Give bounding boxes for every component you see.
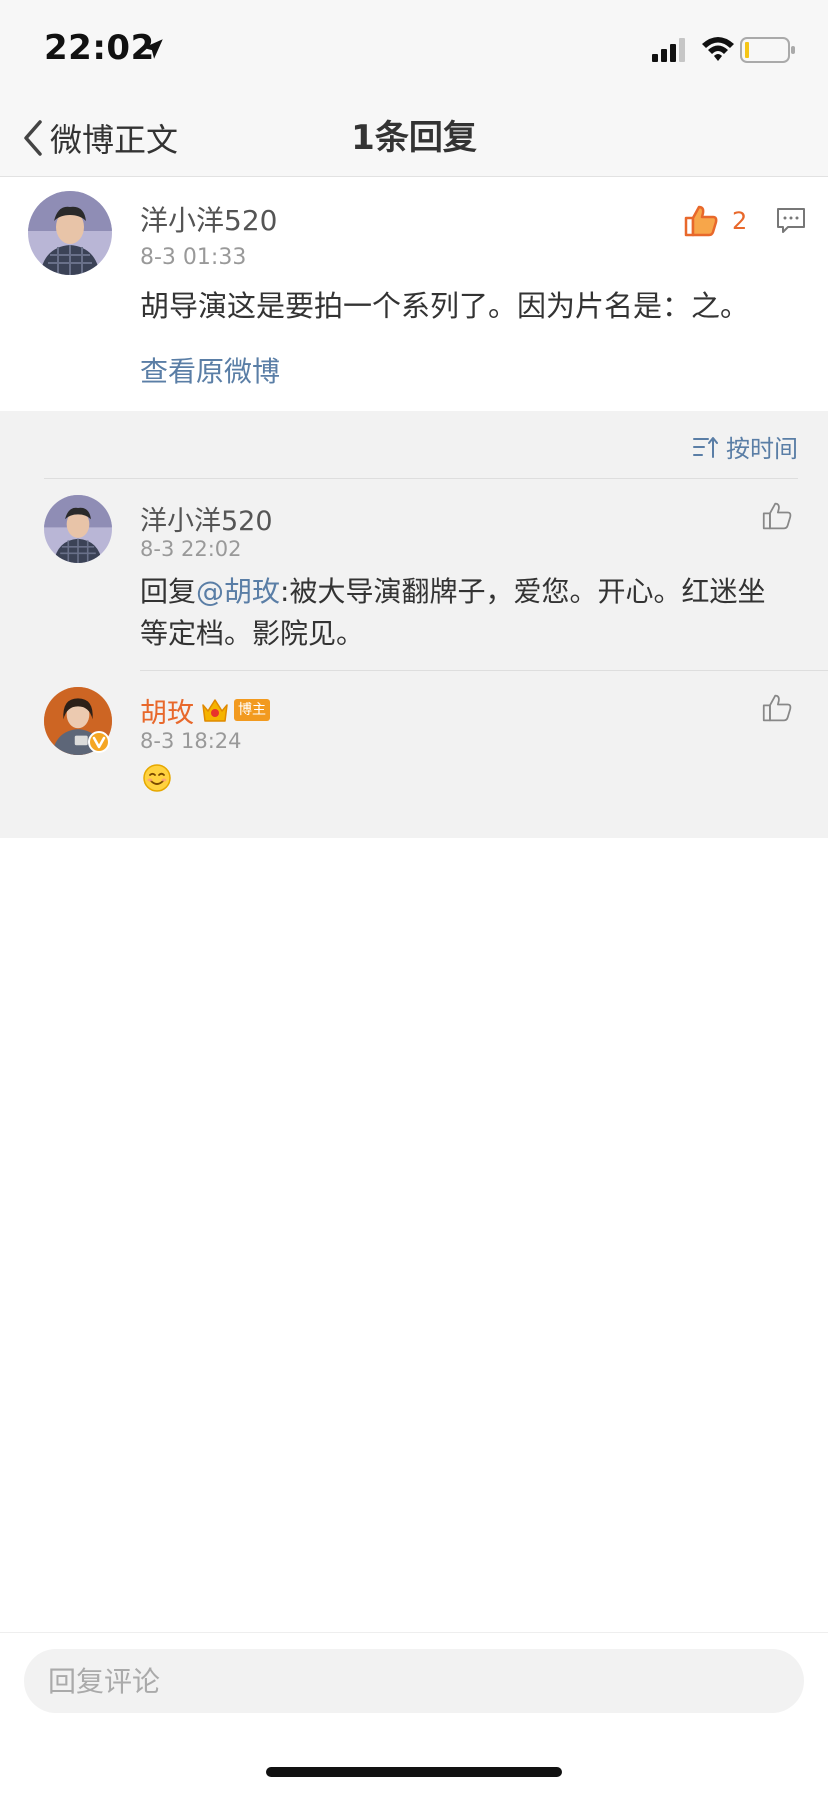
sort-by-time-button[interactable]: 按时间 xyxy=(692,429,798,464)
back-label: 微博正文 xyxy=(50,121,179,159)
avatar[interactable] xyxy=(28,191,112,275)
avatar[interactable] xyxy=(44,495,112,563)
sort-label: 按时间 xyxy=(726,435,798,463)
reply-bar xyxy=(0,1632,828,1793)
divider xyxy=(140,670,828,671)
reply-text: 回复@胡玫:被大导演翻牌子，爱您。开心。红迷坐等定档。影院见。 xyxy=(140,571,790,655)
back-button[interactable]: 微博正文 xyxy=(20,110,178,166)
reply-time: 8-3 18:24 xyxy=(140,729,242,753)
reply-username[interactable]: 洋小洋520 xyxy=(140,499,273,538)
location-arrow-icon xyxy=(143,39,163,59)
view-original-link[interactable]: 查看原微博 xyxy=(140,350,280,390)
replies-section: 按时间 洋小洋520 8-3 22:02 回复@胡玫:被大导演翻牌子，爱您。开心… xyxy=(0,411,828,838)
reply-time: 8-3 22:02 xyxy=(140,537,242,561)
sort-icon xyxy=(693,436,718,458)
status-time: 22:02 xyxy=(44,28,155,68)
reply-input[interactable] xyxy=(24,1649,804,1713)
blogger-badge: 博主 xyxy=(234,699,270,721)
like-button[interactable]: 2 xyxy=(684,205,747,237)
comment-icon[interactable] xyxy=(776,207,806,235)
thumbs-up-filled-icon xyxy=(684,205,718,237)
comment-time: 8-3 01:33 xyxy=(140,245,247,270)
like-count: 2 xyxy=(732,207,748,235)
thumbs-up-icon[interactable] xyxy=(762,693,792,723)
verified-badge-icon xyxy=(88,731,110,753)
crown-icon xyxy=(202,699,228,722)
mention-link[interactable]: @胡玫 xyxy=(196,575,280,608)
home-indicator[interactable] xyxy=(266,1767,562,1777)
reply-username[interactable]: 胡玫 xyxy=(140,691,194,730)
thumbs-up-icon[interactable] xyxy=(762,501,792,531)
chevron-left-icon xyxy=(24,120,42,156)
divider xyxy=(44,478,798,479)
user-avatar-icon xyxy=(44,495,112,563)
smile-emoji-icon xyxy=(143,764,171,792)
reply-prefix: 回复 xyxy=(140,575,197,608)
user-avatar-icon xyxy=(28,191,112,275)
cellular-signal-icon xyxy=(652,38,685,62)
nav-bar: 微博正文 1条回复 xyxy=(0,100,828,177)
comment-text: 胡导演这是要拍一个系列了。因为片名是：之。 xyxy=(140,289,750,323)
main-comment: 洋小洋520 8-3 01:33 胡导演这是要拍一个系列了。因为片名是：之。 查… xyxy=(0,177,828,411)
comment-username[interactable]: 洋小洋520 xyxy=(140,199,277,239)
battery-icon xyxy=(740,37,795,63)
status-bar: 22:02 xyxy=(0,0,828,100)
wifi-icon xyxy=(702,37,734,61)
